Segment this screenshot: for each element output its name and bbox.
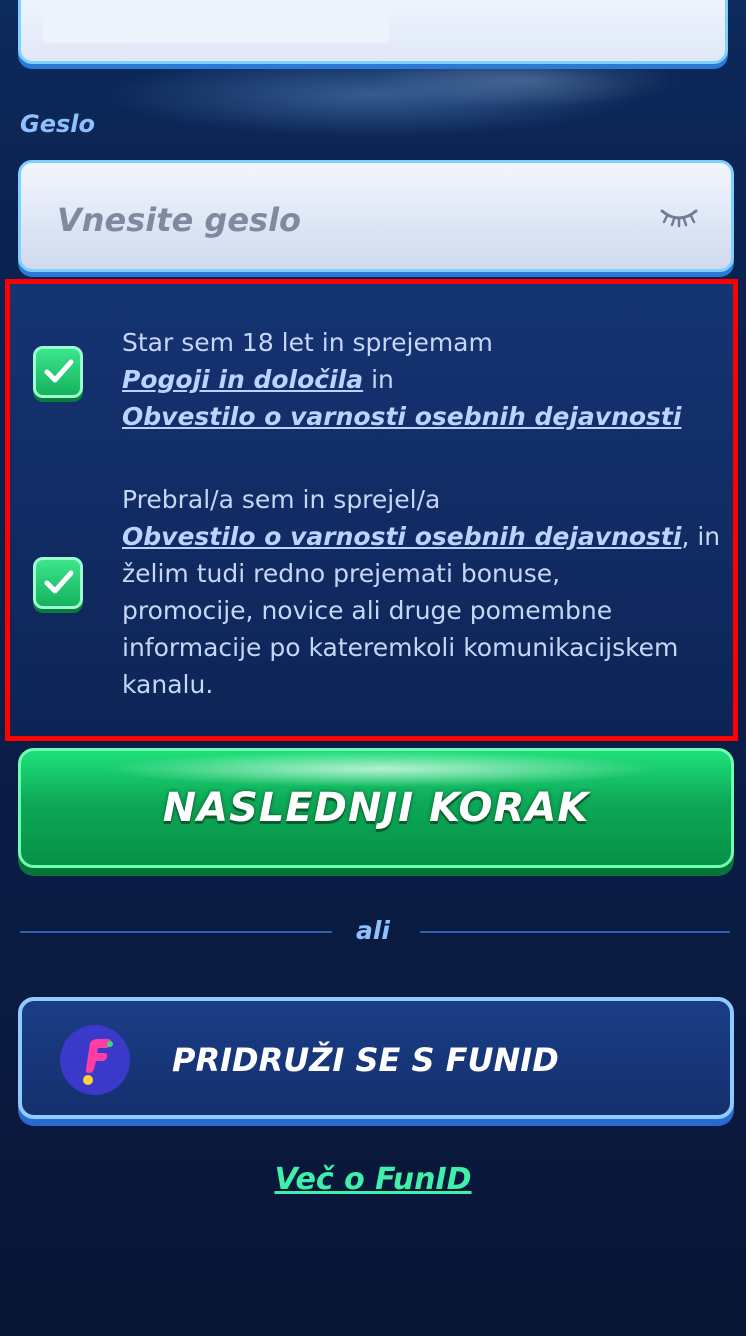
password-input[interactable]: Vnesite geslo: [18, 160, 734, 272]
terms-checkbox[interactable]: [33, 346, 83, 398]
button-sheen: [101, 751, 661, 787]
terms-consent-text: Star sem 18 let in sprejemam Pogoji in d…: [122, 324, 681, 435]
marketing-line-1: Prebral/a sem in sprejel/a: [122, 485, 441, 514]
eye-closed-icon[interactable]: [659, 205, 699, 229]
more-about-funid-link[interactable]: Več o FunID: [0, 1162, 746, 1197]
terms-conditions-link[interactable]: Pogoji in določila: [122, 365, 363, 394]
previous-input-value: [43, 0, 389, 43]
previous-input-field[interactable]: [18, 0, 728, 64]
password-label: Geslo: [20, 110, 95, 138]
marketing-consent-text: Prebral/a sem in sprejel/a Obvestilo o v…: [122, 481, 720, 703]
funid-logo-icon: [60, 1025, 130, 1095]
privacy-notice-link-2[interactable]: Obvestilo o varnosti osebnih dejavnosti: [122, 522, 681, 551]
terms-line-1: Star sem 18 let in sprejemam: [122, 328, 493, 357]
marketing-line-4: promocije, novice ali druge pomembne: [122, 596, 613, 625]
privacy-notice-link[interactable]: Obvestilo o varnosti osebnih dejavnosti: [122, 402, 681, 431]
marketing-checkbox[interactable]: [33, 557, 83, 609]
next-step-button[interactable]: NASLEDNJI KORAK: [18, 748, 734, 868]
funid-join-button[interactable]: PRIDRUŽI SE S FUNID: [18, 997, 734, 1119]
funid-join-label: PRIDRUŽI SE S FUNID: [172, 1041, 559, 1079]
checkmark-icon: [44, 359, 74, 383]
marketing-line-6: kanalu.: [122, 670, 214, 699]
divider-label: ali: [355, 916, 390, 945]
marketing-line-3: želim tudi redno prejemati bonuse,: [122, 559, 561, 588]
marketing-line-5: informacije po kateremkoli komunikacijsk…: [122, 633, 679, 662]
next-step-label: NASLEDNJI KORAK: [162, 785, 590, 831]
password-placeholder: Vnesite geslo: [57, 201, 302, 239]
checkmark-icon: [44, 570, 74, 594]
marketing-connector-text: , in: [681, 522, 721, 551]
consent-section: Star sem 18 let in sprejemam Pogoji in d…: [5, 279, 738, 741]
terms-connector-text: in: [371, 365, 394, 394]
